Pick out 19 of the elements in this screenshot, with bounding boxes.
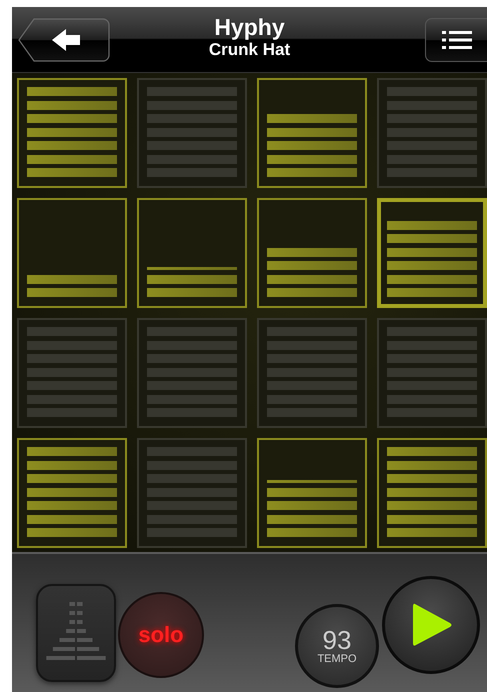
drum-pad[interactable]	[137, 198, 247, 308]
drum-pad[interactable]	[377, 438, 487, 548]
tempo-label: TEMPO	[317, 653, 357, 665]
drum-pad[interactable]	[17, 438, 127, 548]
tempo-value: 93	[322, 627, 352, 653]
screen-title: Hyphy	[214, 15, 285, 40]
solo-button[interactable]: solo	[118, 592, 204, 678]
drum-pad[interactable]	[257, 198, 367, 308]
screen-subtitle: Crunk Hat	[208, 40, 290, 60]
mixer-button[interactable]	[36, 584, 116, 682]
drum-pad[interactable]	[257, 78, 367, 188]
drum-pad[interactable]	[17, 78, 127, 188]
drum-pad[interactable]	[17, 198, 127, 308]
back-button[interactable]	[18, 18, 110, 62]
drum-pad[interactable]	[377, 198, 487, 308]
menu-icon	[442, 30, 472, 50]
menu-button[interactable]	[425, 18, 487, 62]
tempo-button[interactable]: 93 TEMPO	[295, 604, 379, 688]
drum-pad[interactable]	[257, 438, 367, 548]
